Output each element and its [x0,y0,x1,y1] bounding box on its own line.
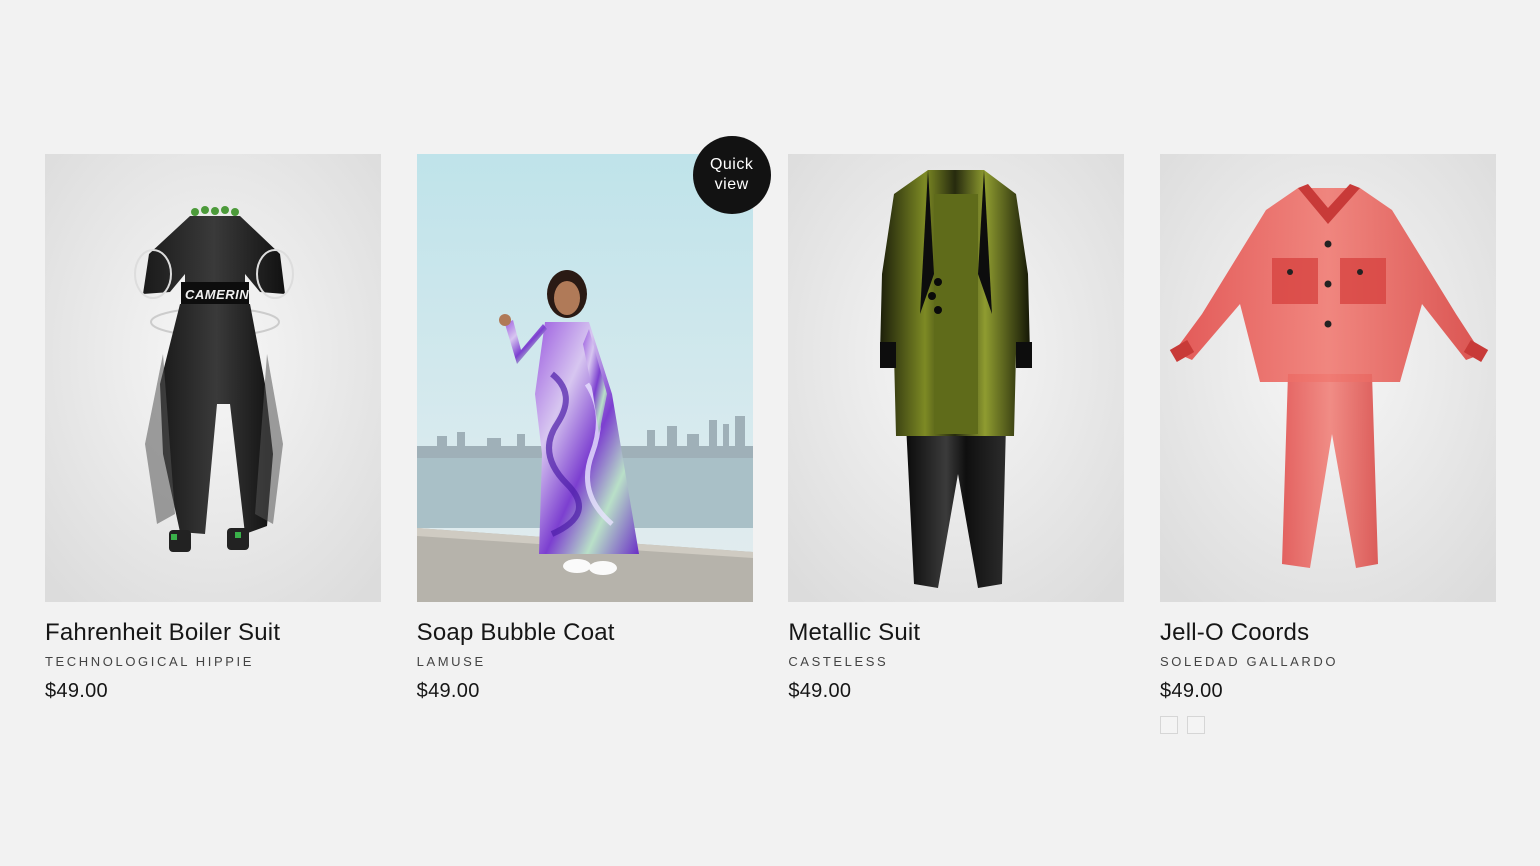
product-brand[interactable]: SOLEDAD GALLARDO [1160,654,1496,670]
product-title[interactable]: Metallic Suit [788,618,1124,648]
product-price: $49.00 [788,680,852,702]
product-title[interactable]: Jell-O Coords [1160,618,1496,648]
quick-view-label: Quick view [709,156,754,193]
product-brand[interactable]: CASTELESS [788,654,1124,670]
quick-view-button[interactable]: Quick view [692,136,771,214]
product-card-soap-bubble-coat[interactable]: Quick view Soap Bubble Coat LAMUSE $49.0… [416,136,771,734]
color-swatches [1159,716,1496,734]
color-swatch[interactable] [1186,716,1205,734]
product-card-fahrenheit-boiler-suit[interactable]: CAMERINO Fahrenheit Boiler Suit TECHNOLO… [45,154,381,734]
product-price: $49.00 [45,680,108,702]
garment-print-text: CAMERINO [185,287,260,302]
product-image-jell-o-coords[interactable] [1159,154,1496,602]
product-title[interactable]: Fahrenheit Boiler Suit [45,618,381,648]
product-grid: CAMERINO Fahrenheit Boiler Suit TECHNOLO… [45,136,1496,734]
product-brand[interactable]: TECHNOLOGICAL HIPPIE [45,654,381,670]
product-brand[interactable]: LAMUSE [417,654,753,670]
color-swatch[interactable] [1159,716,1178,734]
product-image-soap-bubble-coat[interactable] [416,154,753,602]
product-card-metallic-suit[interactable]: Metallic Suit CASTELESS $49.00 [788,154,1125,734]
product-card-jell-o-coords[interactable]: Jell-O Coords SOLEDAD GALLARDO $49.00 [1159,154,1496,734]
product-price: $49.00 [416,680,480,702]
product-title[interactable]: Soap Bubble Coat [417,618,753,648]
product-image-metallic-suit[interactable] [788,154,1125,602]
product-price: $49.00 [1159,680,1223,702]
product-image-fahrenheit-boiler-suit[interactable]: CAMERINO [45,154,381,602]
